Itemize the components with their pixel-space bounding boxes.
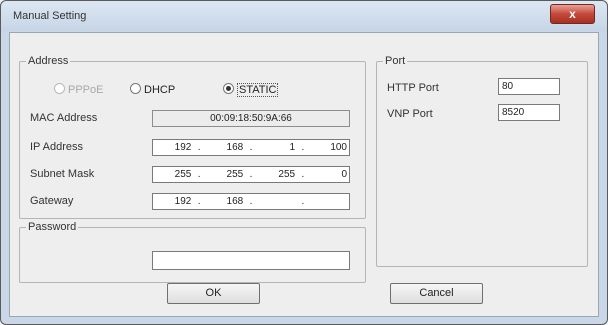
subnet-mask-field[interactable]: 255. 255. 255. 0 (152, 166, 350, 183)
ip-octet-3: 1 (289, 142, 296, 153)
port-group: Port HTTP Port VNP Port (376, 55, 588, 267)
radio-static-label: STATIC (237, 83, 279, 97)
vnp-port-input[interactable] (498, 104, 560, 121)
gateway-octet-1: 192 (174, 196, 192, 207)
address-group: Address PPPoE DHCP STATIC MAC Address 00… (19, 55, 366, 219)
password-input[interactable] (152, 251, 350, 270)
mac-address-label: MAC Address (30, 112, 98, 124)
vnp-port-label: VNP Port (387, 108, 433, 120)
radio-dhcp-label: DHCP (144, 84, 176, 96)
ip-octet-4: 100 (330, 142, 347, 153)
subnet-octet-2: 255 (226, 169, 244, 180)
radio-pppoe-indicator (54, 83, 65, 94)
mac-address-value: 00:09:18:50:9A:66 (210, 113, 292, 124)
title-bar[interactable]: Manual Setting x (1, 1, 607, 31)
dialog-body: Address PPPoE DHCP STATIC MAC Address 00… (9, 32, 599, 317)
http-port-input[interactable] (498, 78, 560, 95)
address-group-legend: Address (28, 55, 69, 67)
ip-octet-1: 192 (174, 142, 192, 153)
close-button[interactable]: x (550, 4, 595, 24)
radio-dhcp[interactable]: DHCP (130, 83, 175, 96)
radio-static-indicator (223, 83, 234, 94)
dialog-title: Manual Setting (13, 10, 87, 22)
radio-static[interactable]: STATIC (223, 83, 279, 97)
gateway-octet-2: 168 (226, 196, 244, 207)
gateway-field[interactable]: 192. 168. . (152, 193, 350, 210)
mac-address-field[interactable]: 00:09:18:50:9A:66 (152, 110, 350, 127)
port-group-legend: Port (385, 55, 406, 67)
subnet-octet-4: 0 (341, 169, 347, 180)
radio-dhcp-indicator (130, 83, 141, 94)
subnet-octet-3: 255 (278, 169, 296, 180)
cancel-button[interactable]: Cancel (390, 283, 483, 304)
password-group: Password (19, 221, 366, 283)
subnet-octet-1: 255 (174, 169, 192, 180)
close-icon: x (569, 7, 576, 21)
ip-address-label: IP Address (30, 141, 83, 153)
password-group-legend: Password (28, 221, 77, 233)
ip-octet-2: 168 (226, 142, 244, 153)
http-port-label: HTTP Port (387, 82, 439, 94)
ip-address-field[interactable]: 192. 168. 1. 100 (152, 139, 350, 156)
radio-pppoe-label: PPPoE (68, 84, 104, 96)
ok-button[interactable]: OK (167, 283, 260, 304)
subnet-mask-label: Subnet Mask (30, 168, 95, 180)
radio-pppoe[interactable]: PPPoE (54, 83, 103, 96)
gateway-label: Gateway (30, 195, 74, 207)
manual-setting-dialog: Manual Setting x Address PPPoE DHCP STAT… (0, 0, 608, 325)
